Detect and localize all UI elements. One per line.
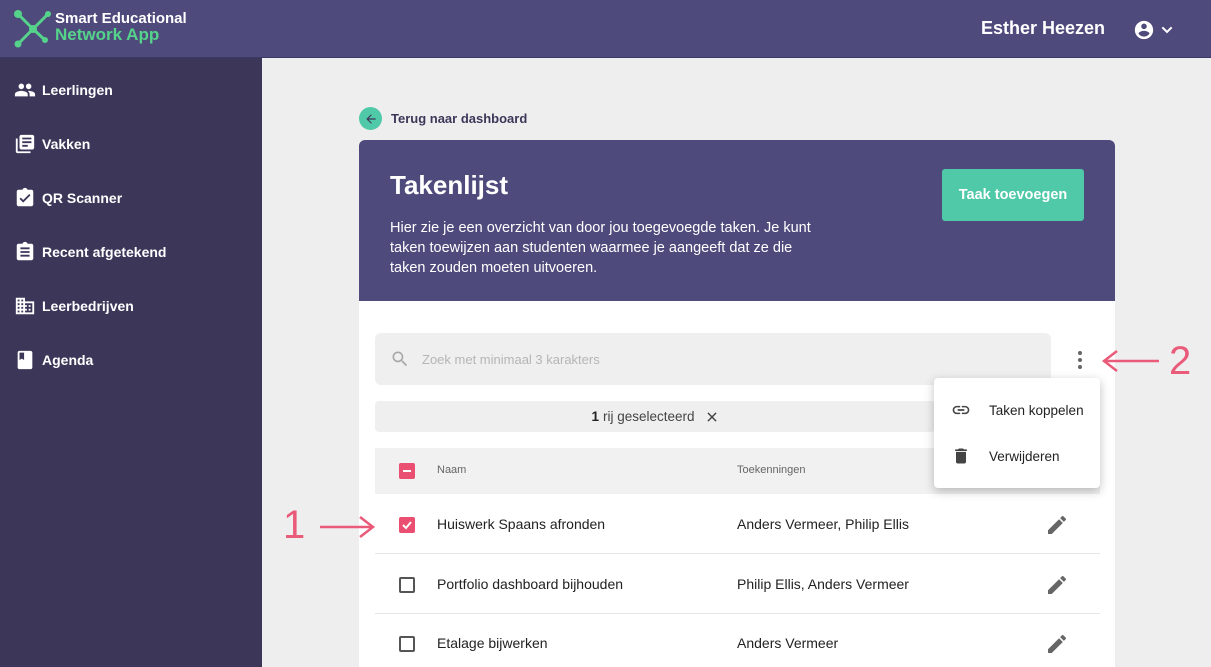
- checkmark-icon: [402, 521, 412, 530]
- account-menu-button[interactable]: [1133, 19, 1177, 41]
- row-checkbox[interactable]: [399, 636, 415, 652]
- pencil-icon: [1048, 575, 1067, 594]
- task-assignments: Anders Vermeer: [737, 635, 839, 651]
- top-bar: Smart Educational Network App Esther Hee…: [0, 0, 1211, 58]
- select-all-checkbox[interactable]: [399, 463, 415, 479]
- task-name: Portfolio dashboard bijhouden: [437, 576, 624, 592]
- task-name: Etalage bijwerken: [437, 635, 548, 651]
- menu-item-verwijderen[interactable]: Verwijderen: [934, 436, 1100, 476]
- sidebar-item-label: Vakken: [42, 136, 91, 152]
- selection-count: 1: [591, 409, 599, 424]
- annotation-arrow-right-icon: [320, 516, 376, 538]
- more-options-button[interactable]: [1069, 347, 1091, 373]
- row-checkbox[interactable]: [399, 577, 415, 593]
- sidebar-item-label: Agenda: [42, 352, 94, 368]
- task-assignments: Philip Ellis, Anders Vermeer: [737, 576, 909, 592]
- task-assignments: Anders Vermeer, Philip Ellis: [737, 516, 909, 532]
- account-circle-icon: [1134, 20, 1154, 40]
- table-row[interactable]: Huiswerk Spaans afronden Anders Vermeer,…: [375, 495, 1100, 554]
- arrow-left-icon: [365, 113, 376, 124]
- business-icon: [15, 297, 35, 315]
- kebab-dot: [1078, 351, 1082, 355]
- book-icon: [17, 350, 33, 370]
- menu-item-label: Taken koppelen: [989, 402, 1084, 418]
- menu-item-label: Verwijderen: [989, 448, 1060, 464]
- menu-item-taken-koppelen[interactable]: Taken koppelen: [934, 390, 1100, 430]
- edit-task-button[interactable]: [1045, 632, 1069, 656]
- pencil-icon: [1048, 515, 1067, 534]
- sidebar: Leerlingen Vakken QR Scanner Recent afge…: [0, 58, 262, 667]
- edit-task-button[interactable]: [1045, 513, 1069, 537]
- page-description: Hier zie je een overzicht van door jou t…: [390, 220, 811, 276]
- sidebar-item-label: Recent afgetekend: [42, 244, 167, 260]
- app-logo-text: Smart Educational Network App: [55, 11, 187, 44]
- chevron-down-icon: [1161, 26, 1173, 34]
- annotation-number-1: 1: [283, 503, 306, 547]
- back-label: Terug naar dashboard: [391, 111, 528, 126]
- library-books-icon: [15, 134, 35, 154]
- annotation-number-2: 2: [1169, 339, 1192, 383]
- column-header-naam[interactable]: Naam: [437, 464, 466, 476]
- kebab-dot: [1078, 358, 1082, 362]
- selection-text: rij geselecteerd: [602, 409, 695, 424]
- pencil-icon: [1048, 634, 1067, 653]
- people-icon: [14, 83, 36, 97]
- indeterminate-icon: [403, 470, 411, 472]
- card-header: Takenlijst Hier zie je een overzicht van…: [359, 140, 1115, 301]
- network-logo-icon: [14, 10, 51, 48]
- search-icon: [392, 351, 408, 367]
- back-button[interactable]: [359, 107, 382, 130]
- trash-icon: [955, 448, 967, 464]
- link-icon: [952, 405, 970, 415]
- sidebar-item-leerlingen[interactable]: Leerlingen: [0, 70, 262, 110]
- column-header-toekenningen[interactable]: Toekenningen: [737, 464, 806, 476]
- kebab-dot: [1078, 365, 1082, 369]
- user-name: Esther Heezen: [981, 18, 1106, 38]
- table-row[interactable]: Etalage bijwerken Anders Vermeer: [375, 614, 1100, 667]
- sidebar-item-leerbedrijven[interactable]: Leerbedrijven: [0, 286, 262, 326]
- selection-bar: 1 rij geselecteerd: [375, 401, 935, 432]
- clear-selection-button[interactable]: [705, 410, 719, 424]
- sidebar-item-label: QR Scanner: [42, 190, 123, 206]
- sidebar-item-label: Leerbedrijven: [42, 298, 134, 314]
- table-row[interactable]: Portfolio dashboard bijhouden Philip Ell…: [375, 555, 1100, 614]
- sidebar-item-qr-scanner[interactable]: QR Scanner: [0, 178, 262, 218]
- edit-task-button[interactable]: [1045, 573, 1069, 597]
- page-title: Takenlijst: [390, 170, 509, 200]
- assignment-icon: [16, 241, 34, 261]
- sidebar-item-label: Leerlingen: [42, 82, 113, 98]
- sidebar-item-vakken[interactable]: Vakken: [0, 124, 262, 164]
- back-to-dashboard-link[interactable]: Terug naar dashboard: [359, 107, 527, 130]
- close-icon: [706, 411, 717, 422]
- logo-line-2: Network App: [55, 25, 160, 44]
- actions-menu: Taken koppelen Verwijderen: [934, 378, 1100, 488]
- assignment-check-icon: [16, 187, 34, 207]
- task-name: Huiswerk Spaans afronden: [437, 516, 606, 532]
- row-checkbox[interactable]: [399, 517, 415, 533]
- sidebar-item-agenda[interactable]: Agenda: [0, 340, 262, 380]
- add-task-button[interactable]: Taak toevoegen: [942, 169, 1084, 221]
- search-input[interactable]: [422, 351, 1022, 367]
- sidebar-item-recent-afgetekend[interactable]: Recent afgetekend: [0, 232, 262, 272]
- annotation-arrow-left-icon: [1101, 350, 1159, 372]
